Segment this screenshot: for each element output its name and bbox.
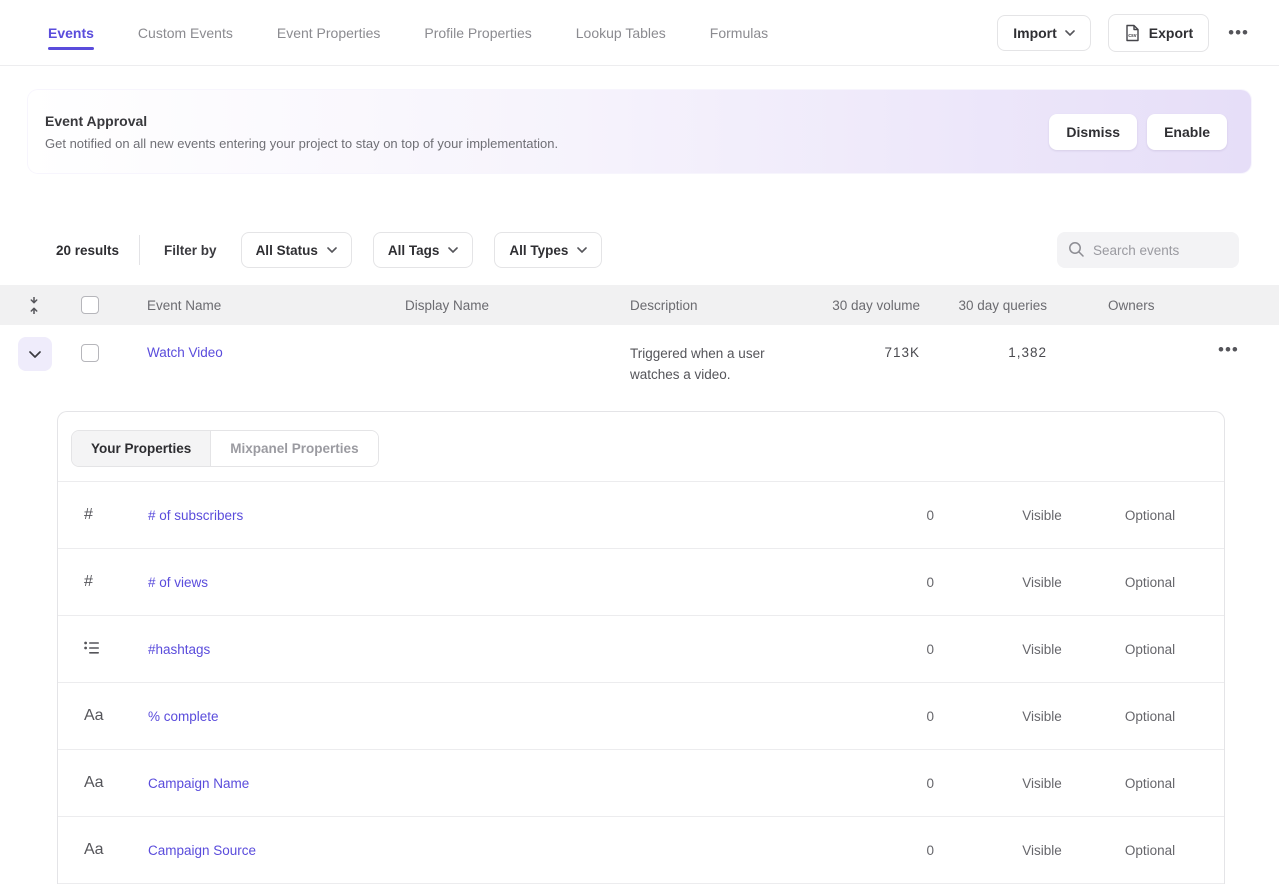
property-row: #hashtags 0 Visible Optional: [58, 616, 1224, 683]
property-name-link[interactable]: # of subscribers: [148, 508, 788, 523]
property-row: Aa % complete 0 Visible Optional: [58, 683, 1224, 750]
export-button[interactable]: csv Export: [1108, 14, 1209, 52]
nav-tabs: Events Custom Events Event Properties Pr…: [48, 2, 997, 64]
tab-event-properties[interactable]: Event Properties: [277, 2, 381, 64]
property-requirement: Optional: [1106, 642, 1194, 657]
tab-custom-events[interactable]: Custom Events: [138, 2, 233, 64]
text-type-icon: Aa: [84, 841, 148, 859]
types-filter-label: All Types: [509, 243, 568, 258]
number-type-icon: #: [84, 506, 148, 524]
header-queries[interactable]: 30 day queries: [920, 298, 1047, 313]
nav-more-button[interactable]: •••: [1226, 20, 1251, 45]
property-visibility: Visible: [978, 642, 1106, 657]
banner-title: Event Approval: [45, 113, 1049, 129]
banner-text: Event Approval Get notified on all new e…: [45, 113, 1049, 151]
tags-filter-label: All Tags: [388, 243, 440, 258]
event-approval-banner: Event Approval Get notified on all new e…: [28, 90, 1251, 173]
property-requirement: Optional: [1106, 843, 1194, 858]
property-requirement: Optional: [1106, 575, 1194, 590]
event-name-link[interactable]: Watch Video: [147, 345, 223, 360]
header-description[interactable]: Description: [592, 298, 782, 313]
header-event-name[interactable]: Event Name: [110, 298, 366, 313]
property-count: 0: [788, 575, 978, 590]
property-count: 0: [788, 642, 978, 657]
event-row-watch-video: Watch Video Triggered when a user watche…: [0, 325, 1279, 411]
list-type-icon: [84, 640, 148, 659]
property-visibility: Visible: [978, 776, 1106, 791]
properties-panel: Your Properties Mixpanel Properties # # …: [57, 411, 1225, 884]
enable-button[interactable]: Enable: [1147, 114, 1227, 150]
row-more-button[interactable]: •••: [1216, 337, 1241, 362]
property-count: 0: [788, 508, 978, 523]
select-all-checkbox[interactable]: [81, 296, 99, 314]
import-button-label: Import: [1013, 25, 1057, 41]
property-count: 0: [788, 709, 978, 724]
property-count: 0: [788, 776, 978, 791]
banner-description: Get notified on all new events entering …: [45, 136, 1049, 151]
status-filter-dropdown[interactable]: All Status: [241, 232, 352, 268]
property-row: Aa Campaign Source 0 Visible Optional: [58, 817, 1224, 884]
tab-events[interactable]: Events: [48, 2, 94, 64]
dismiss-button[interactable]: Dismiss: [1049, 114, 1137, 150]
property-row: Aa Campaign Name 0 Visible Optional: [58, 750, 1224, 817]
property-requirement: Optional: [1106, 709, 1194, 724]
property-row: # # of views 0 Visible Optional: [58, 549, 1224, 616]
properties-tabs: Your Properties Mixpanel Properties: [58, 412, 1224, 482]
header-volume[interactable]: 30 day volume: [782, 298, 920, 313]
types-filter-dropdown[interactable]: All Types: [494, 232, 602, 268]
events-table-header: Event Name Display Name Description 30 d…: [0, 285, 1279, 325]
header-display-name[interactable]: Display Name: [366, 298, 592, 313]
tab-lookup-tables[interactable]: Lookup Tables: [576, 2, 666, 64]
property-name-link[interactable]: Campaign Name: [148, 776, 788, 791]
description-cell: Triggered when a user watches a video.: [630, 343, 782, 385]
chevron-down-icon: [577, 247, 587, 253]
property-row: # # of subscribers 0 Visible Optional: [58, 482, 1224, 549]
chevron-down-icon: [327, 247, 337, 253]
text-type-icon: Aa: [84, 707, 148, 725]
collapse-all-icon[interactable]: [27, 297, 41, 314]
row-checkbox[interactable]: [81, 344, 99, 362]
svg-text:csv: csv: [1128, 33, 1137, 39]
results-count: 20 results: [56, 243, 119, 258]
volume-cell: 713K: [782, 345, 920, 360]
property-requirement: Optional: [1106, 776, 1194, 791]
queries-cell: 1,382: [920, 345, 1047, 360]
chevron-down-icon: [448, 247, 458, 253]
tab-profile-properties[interactable]: Profile Properties: [424, 2, 531, 64]
property-name-link[interactable]: # of views: [148, 575, 788, 590]
export-button-label: Export: [1149, 25, 1193, 41]
property-name-link[interactable]: % complete: [148, 709, 788, 724]
filter-bar: 20 results Filter by All Status All Tags…: [0, 232, 1279, 268]
property-visibility: Visible: [978, 709, 1106, 724]
import-button[interactable]: Import: [997, 15, 1091, 51]
text-type-icon: Aa: [84, 774, 148, 792]
tags-filter-dropdown[interactable]: All Tags: [373, 232, 474, 268]
search-wrap: [1057, 232, 1239, 268]
header-owners[interactable]: Owners: [1047, 298, 1208, 313]
tab-formulas[interactable]: Formulas: [710, 2, 768, 64]
number-type-icon: #: [84, 573, 148, 591]
search-icon: [1068, 241, 1085, 258]
property-requirement: Optional: [1106, 508, 1194, 523]
status-filter-label: All Status: [256, 243, 318, 258]
tab-your-properties[interactable]: Your Properties: [72, 431, 211, 466]
banner-actions: Dismiss Enable: [1049, 114, 1227, 150]
csv-file-icon: csv: [1124, 24, 1141, 42]
property-visibility: Visible: [978, 575, 1106, 590]
property-name-link[interactable]: #hashtags: [148, 642, 788, 657]
property-visibility: Visible: [978, 843, 1106, 858]
property-count: 0: [788, 843, 978, 858]
filter-by-label: Filter by: [164, 243, 217, 258]
collapse-row-button[interactable]: [18, 337, 52, 371]
tab-mixpanel-properties[interactable]: Mixpanel Properties: [211, 431, 377, 466]
property-name-link[interactable]: Campaign Source: [148, 843, 788, 858]
top-nav: Events Custom Events Event Properties Pr…: [0, 0, 1279, 66]
nav-actions: Import csv Export •••: [997, 14, 1251, 52]
divider: [139, 235, 140, 265]
property-visibility: Visible: [978, 508, 1106, 523]
chevron-down-icon: [1065, 30, 1075, 36]
chevron-down-icon: [29, 351, 41, 358]
